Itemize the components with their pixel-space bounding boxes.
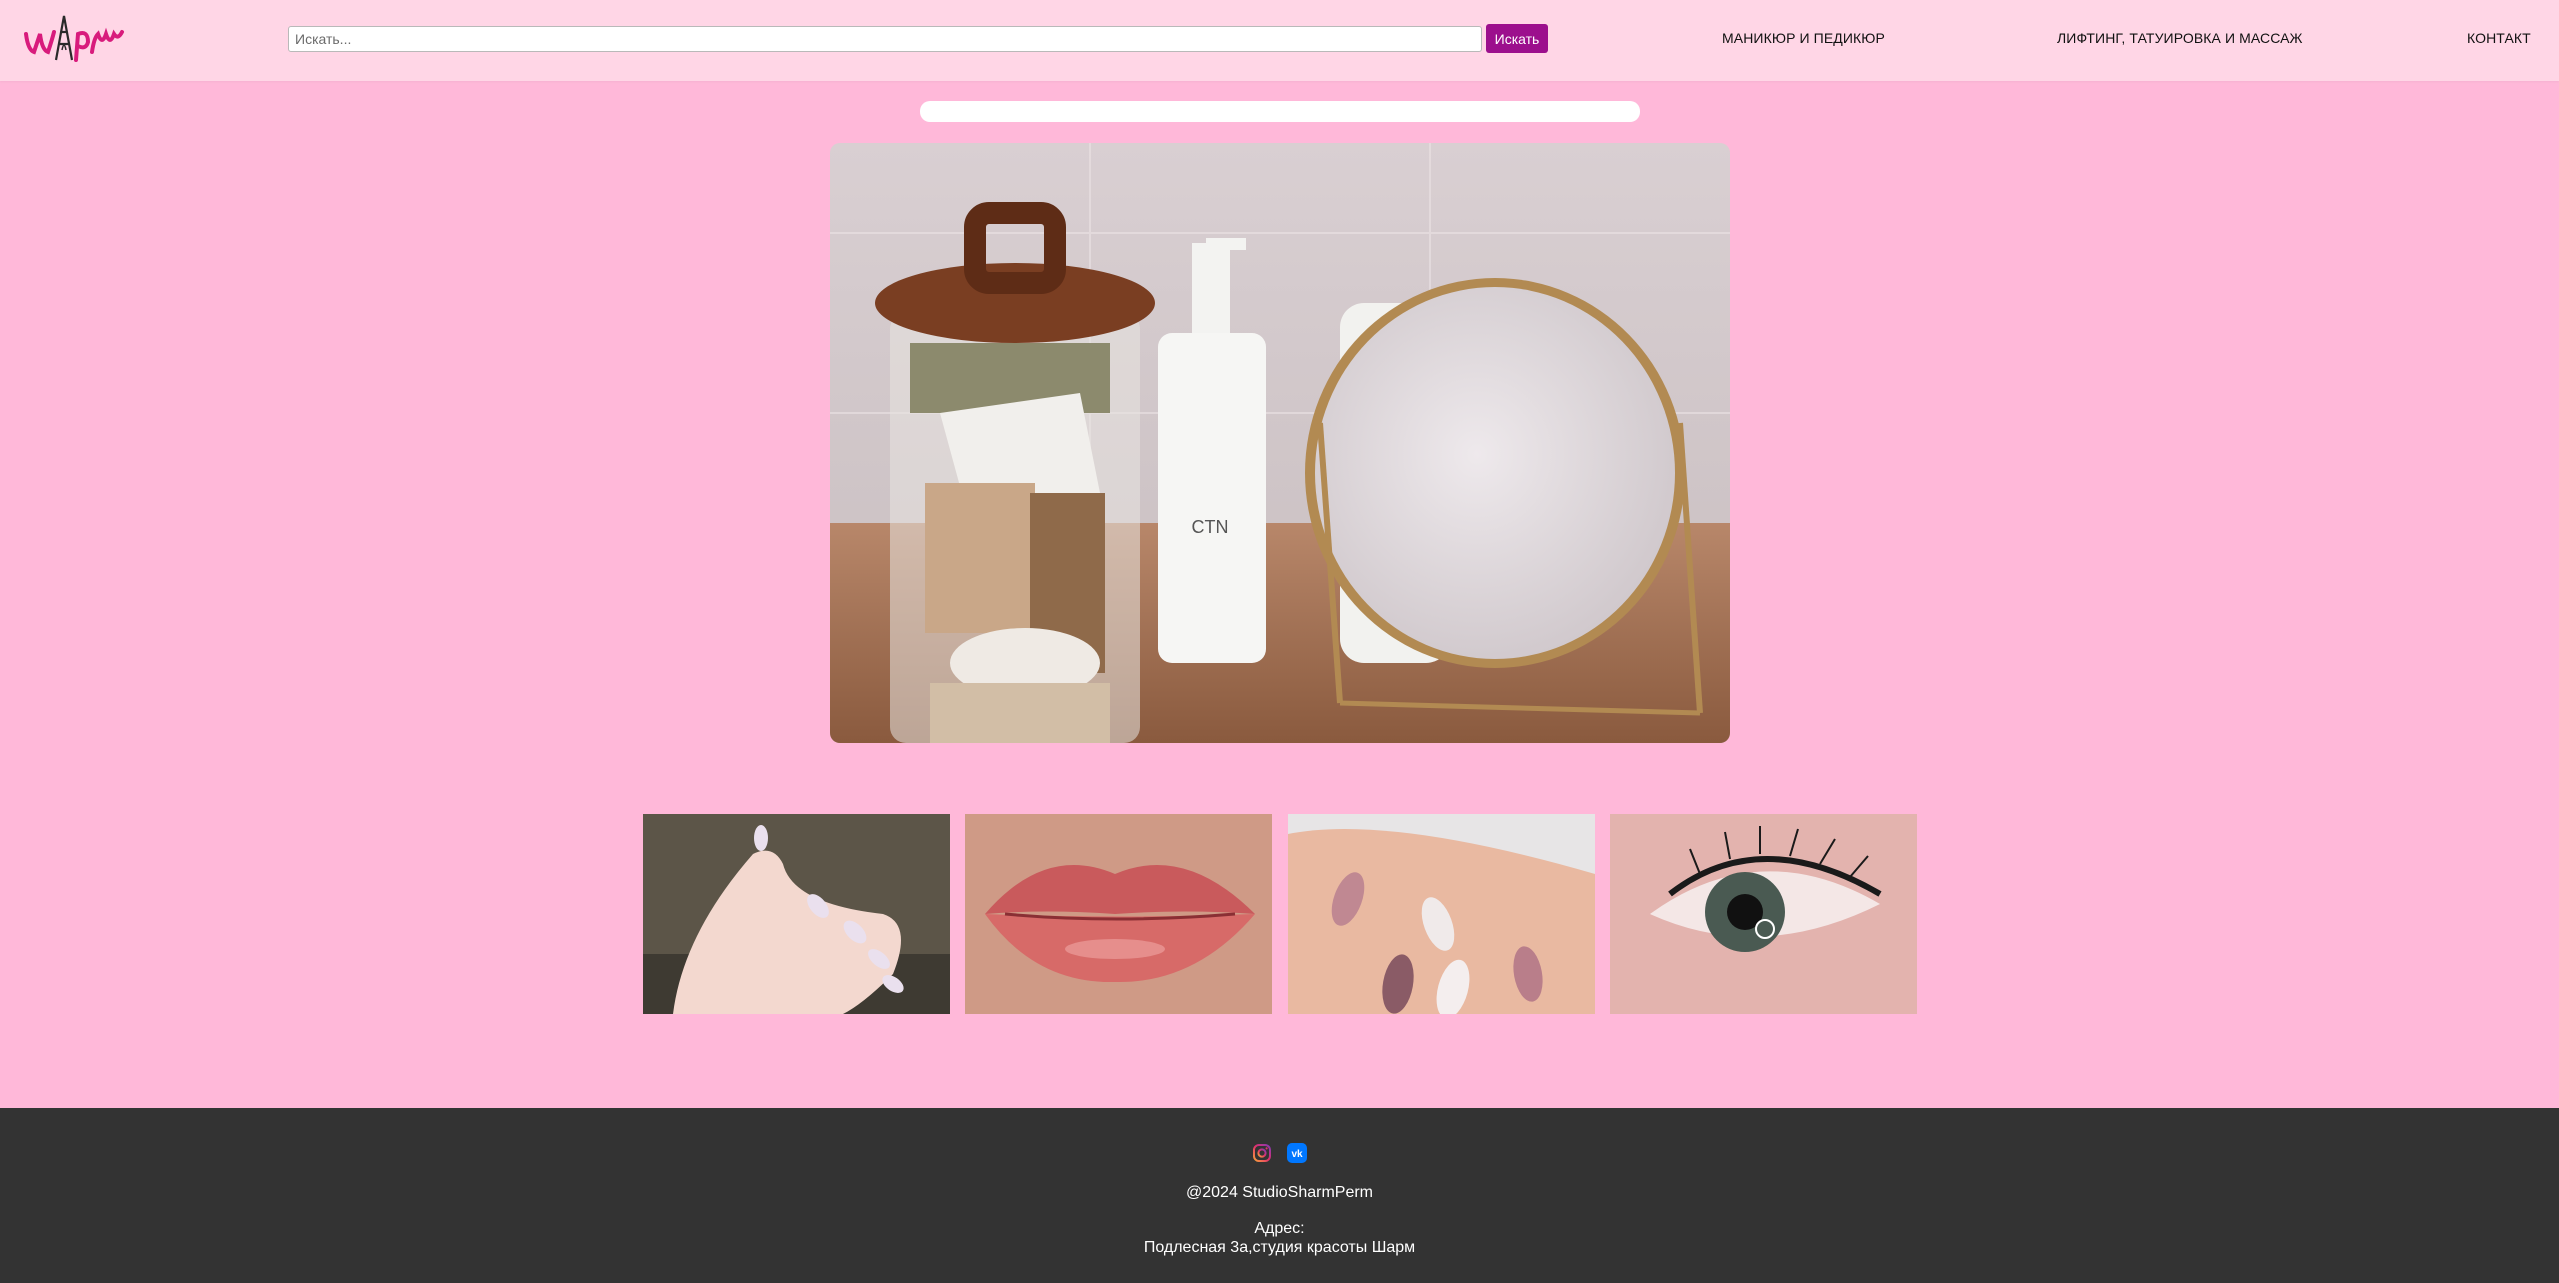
search-input[interactable] bbox=[288, 26, 1482, 52]
nav-lifting-tattoo-massage[interactable]: ЛИФТИНГ, ТАТУИРОВКА И МАССАЖ bbox=[2057, 30, 2303, 46]
hero-photo: CTN bbox=[830, 143, 1730, 743]
manicure-photo bbox=[643, 814, 950, 1014]
eyelashes-photo bbox=[1610, 814, 1917, 1014]
gallery-image-nails[interactable] bbox=[1288, 814, 1595, 1014]
footer-address-label: Адрес: bbox=[1254, 1220, 1305, 1237]
search-button[interactable]: Искать bbox=[1486, 24, 1548, 53]
hero-image: CTN bbox=[830, 143, 1730, 743]
footer-address: Подлесная 3а,студия красоты Шарм bbox=[1143, 1239, 1416, 1256]
site-header: Искать МАНИКЮР И ПЕДИКЮР ЛИФТИНГ, ТАТУИР… bbox=[0, 0, 2559, 81]
nails-photo bbox=[1288, 814, 1595, 1014]
nav-contact[interactable]: КОНТАКТ bbox=[2467, 30, 2531, 46]
gallery-image-lips[interactable] bbox=[965, 814, 1272, 1014]
instagram-icon[interactable] bbox=[1252, 1143, 1272, 1163]
svg-text:vk: vk bbox=[1291, 1149, 1303, 1160]
slider-bar[interactable] bbox=[920, 101, 1640, 122]
nav-manicure-pedicure[interactable]: МАНИКЮР И ПЕДИКЮР bbox=[1722, 30, 1885, 46]
gallery-image-manicure[interactable] bbox=[643, 814, 950, 1014]
lips-photo bbox=[965, 814, 1272, 1014]
svg-text:CTN: CTN bbox=[1192, 517, 1229, 537]
vk-glyph: vk bbox=[1287, 1143, 1307, 1163]
instagram-glyph bbox=[1253, 1144, 1271, 1162]
site-logo[interactable] bbox=[22, 10, 128, 66]
logo-graphic bbox=[24, 15, 124, 62]
footer-copyright: @2024 StudioSharmPerm bbox=[1186, 1184, 1373, 1201]
gallery-image-eyelashes[interactable] bbox=[1610, 814, 1917, 1014]
vk-icon[interactable]: vk bbox=[1287, 1143, 1307, 1163]
